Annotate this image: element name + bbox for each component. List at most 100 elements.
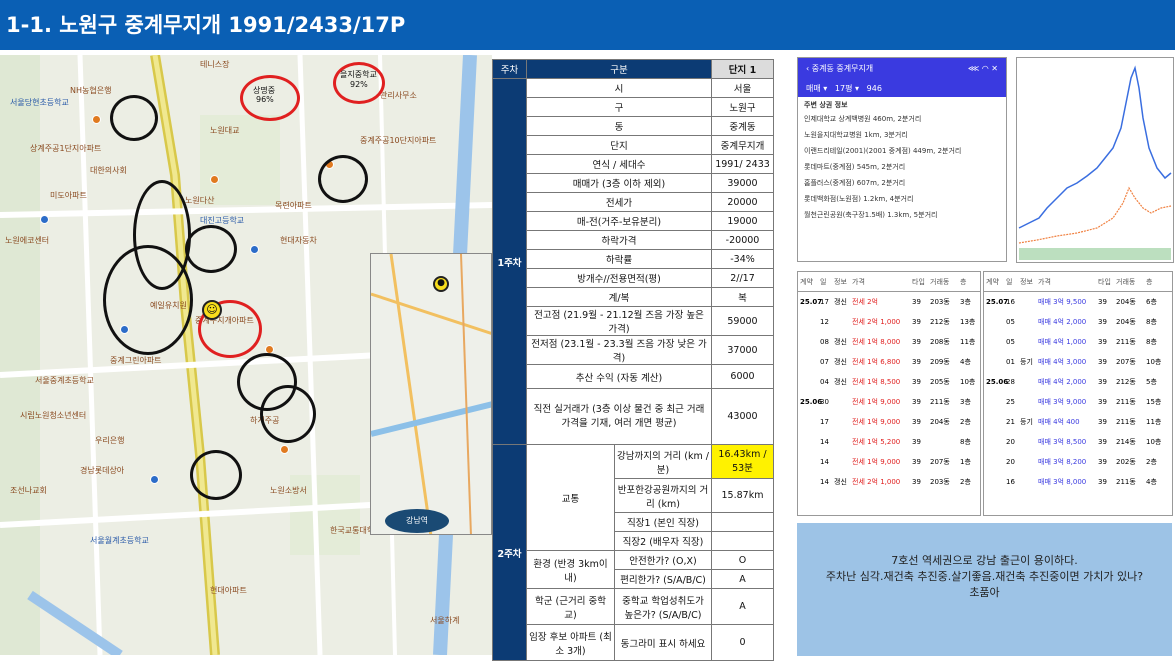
trade-cell: 매매 3억 8,500 (1038, 438, 1087, 446)
row-value[interactable]: A (711, 588, 774, 625)
row-value[interactable]: 16.43km / 53분 (711, 444, 774, 479)
place-item[interactable]: 롯데백화점(노원점) 1.2km, 4분거리 (804, 194, 1000, 210)
trade-row[interactable]: 08 갱신 전세 1억 8,000 39 208동 11층 (798, 332, 980, 352)
row-value[interactable]: 중계무지개 (711, 135, 774, 155)
trade-row[interactable]: 25.06 30 전세 1억 9,000 39 211동 3층 (798, 392, 980, 412)
trade-cell: 매매 3억 8,200 (1038, 458, 1087, 466)
trade-row[interactable]: 14 전세 1억 5,200 39 8층 (798, 432, 980, 452)
row-value[interactable]: 0 (711, 624, 774, 661)
row-value[interactable]: A (711, 569, 774, 589)
app-titlebar: ‹ 중계동 중계무지개 ⋘ ◠ ✕ (798, 58, 1006, 80)
trade-row[interactable]: 25.07 16 매매 3억 9,500 39 204동 6층 (984, 292, 1172, 312)
row-value[interactable]: -20000 (711, 230, 774, 250)
row-value[interactable]: 43000 (711, 388, 774, 445)
back-icon[interactable]: ‹ (806, 64, 809, 73)
filter-size[interactable]: 17평 (835, 84, 853, 93)
row-value[interactable]: 복 (711, 287, 774, 307)
trade-cell: 매매 4억 3,000 (1038, 358, 1087, 366)
filter-type[interactable]: 매매 (806, 84, 821, 93)
trade-row[interactable]: 05 매매 4억 1,000 39 211동 8층 (984, 332, 1172, 352)
row-value[interactable]: 19000 (711, 211, 774, 231)
poi-icon[interactable] (250, 245, 259, 254)
row-value[interactable]: 중계동 (711, 116, 774, 136)
trade-cell: 25.06 (800, 398, 823, 406)
trade-cell (984, 312, 1006, 332)
trade-row[interactable]: 17 전세 1억 9,000 39 204동 2층 (798, 412, 980, 432)
row-value[interactable]: 6000 (711, 364, 774, 389)
trade-cell (798, 332, 820, 352)
row-value[interactable]: 서울 (711, 78, 774, 98)
col-header: 타입 (912, 278, 925, 286)
trade-row[interactable]: 12 전세 2억 1,000 39 212동 13층 (798, 312, 980, 332)
place-item[interactable]: 노원을지대학교병원 1km, 3분거리 (804, 130, 1000, 146)
col-header: 층 (960, 278, 967, 286)
row-key: 동그라미 표시 하세요 (614, 624, 712, 661)
trade-cell: 3층 (960, 298, 971, 306)
trade-row[interactable]: 21 등기 매매 4억 400 39 211동 11층 (984, 412, 1172, 432)
trade-cell: 39 (912, 318, 921, 326)
place-item[interactable]: 홈플러스(중계점) 607m, 2분거리 (804, 178, 1000, 194)
map-label: NH농협은행 (70, 86, 112, 95)
filter-count[interactable]: 946 (867, 84, 882, 93)
row-value[interactable] (711, 531, 774, 551)
trade-cell: 전세 1억 6,800 (852, 358, 901, 366)
poi-icon[interactable] (92, 115, 101, 124)
share-bell-close-icons[interactable]: ⋘ ◠ ✕ (968, 58, 998, 80)
trade-cell: 39 (912, 358, 921, 366)
row-value[interactable]: 노원구 (711, 97, 774, 117)
trade-cell: 39 (912, 438, 921, 446)
trade-row[interactable]: 14 전세 1억 9,000 39 207동 1층 (798, 452, 980, 472)
trade-cell (984, 412, 1006, 432)
trade-row[interactable]: 25.06 28 매매 4억 2,000 39 212동 5층 (984, 372, 1172, 392)
trade-row[interactable]: 20 매매 3억 8,500 39 214동 10층 (984, 432, 1172, 452)
trade-cell: 14 (820, 478, 829, 486)
trade-row[interactable]: 07 갱신 전세 1억 6,800 39 209동 4층 (798, 352, 980, 372)
map-label: 현대자동차 (280, 236, 317, 245)
row-value[interactable]: 15.87km (711, 478, 774, 513)
col-header: 계약 (800, 278, 813, 286)
inset-map[interactable]: ● 강남역 (370, 253, 492, 535)
trade-row[interactable]: 04 갱신 전세 1억 8,500 39 205동 10층 (798, 372, 980, 392)
trade-cell: 07 (820, 358, 829, 366)
trade-row[interactable]: 20 매매 3억 8,200 39 202동 2층 (984, 452, 1172, 472)
row-value[interactable]: 59000 (711, 306, 774, 336)
map-label: 상계주공1단지아파트 (30, 144, 102, 153)
place-item[interactable]: 이랜드리테일(2001)(2001 중계점) 449m, 2분거리 (804, 146, 1000, 162)
row-key: 계/복 (526, 287, 712, 307)
poi-icon[interactable] (150, 475, 159, 484)
trade-row[interactable]: 01 등기 매매 4억 3,000 39 207동 10층 (984, 352, 1172, 372)
place-item[interactable]: 인제대학교 상계백병원 460m, 2분거리 (804, 114, 1000, 130)
poi-icon[interactable] (210, 175, 219, 184)
trade-cell: 16 (1006, 478, 1015, 486)
row-value[interactable] (711, 512, 774, 532)
map-label: 테니스장 (200, 60, 230, 69)
row-value[interactable]: 20000 (711, 192, 774, 212)
row-value[interactable]: 37000 (711, 335, 774, 365)
row-value[interactable]: 39000 (711, 173, 774, 193)
place-item[interactable]: 롯데마트(중계점) 545m, 2분거리 (804, 162, 1000, 178)
trade-cell: 05 (1006, 318, 1015, 326)
map-view[interactable]: 테니스장 NH농협은행 서울당현초등학교 관리사무소 상계주공1단지아파트 노원… (0, 55, 492, 655)
trade-row[interactable]: 16 매매 3억 8,000 39 211동 4층 (984, 472, 1172, 492)
row-value[interactable]: O (711, 550, 774, 570)
poi-icon[interactable] (280, 445, 289, 454)
trade-cell: 211동 (1116, 478, 1136, 486)
trade-row[interactable]: 25.07 17 갱신 전세 2억 39 203동 3층 (798, 292, 980, 312)
place-item[interactable]: 월천근린공원(축구장1.5배) 1.3km, 5분거리 (804, 210, 1000, 226)
trade-cell: 209동 (930, 358, 950, 366)
row-value[interactable]: 1991/ 2433 (711, 154, 774, 174)
row-key: 구 (526, 97, 712, 117)
row-value[interactable]: -34% (711, 249, 774, 269)
trade-row[interactable]: 05 매매 4억 2,000 39 204동 8층 (984, 312, 1172, 332)
trade-row[interactable]: 25 매매 3억 9,000 39 211동 15층 (984, 392, 1172, 412)
trade-row[interactable]: 14 갱신 전세 2억 1,000 39 203동 2층 (798, 472, 980, 492)
poi-icon[interactable] (40, 215, 49, 224)
trade-cell: 전세 2억 (852, 298, 878, 306)
trade-cell: 갱신 (834, 358, 847, 366)
trade-cell: 207동 (1116, 358, 1136, 366)
trade-cell: 25.07 (986, 298, 1009, 306)
row-value[interactable]: 2//17 (711, 268, 774, 288)
trade-cell (798, 372, 820, 392)
col-header: 단지 1 (711, 59, 774, 79)
map-label: 서울하계 (430, 616, 460, 625)
